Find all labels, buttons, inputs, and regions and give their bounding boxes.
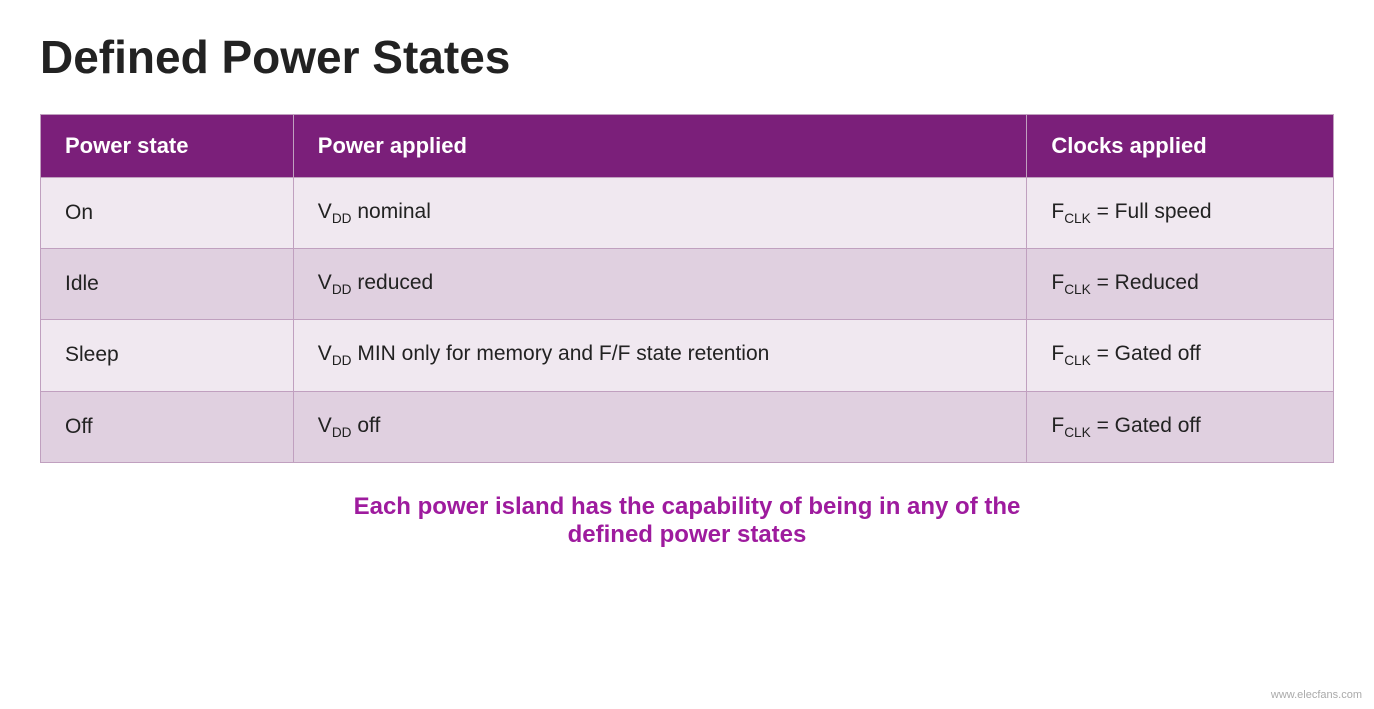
table-header-row: Power state Power applied Clocks applied	[41, 115, 1334, 178]
power-states-table: Power state Power applied Clocks applied…	[40, 114, 1334, 463]
cell-clocks-applied: FCLK = Reduced	[1027, 249, 1334, 320]
cell-power-state: On	[41, 178, 294, 249]
table-row: IdleVDD reducedFCLK = Reduced	[41, 249, 1334, 320]
cell-clocks-applied: FCLK = Full speed	[1027, 178, 1334, 249]
cell-clocks-applied: FCLK = Gated off	[1027, 320, 1334, 391]
header-power-state: Power state	[41, 115, 294, 178]
cell-power-applied: VDD off	[293, 391, 1027, 462]
cell-clocks-applied: FCLK = Gated off	[1027, 391, 1334, 462]
table-row: OffVDD offFCLK = Gated off	[41, 391, 1334, 462]
cell-power-applied: VDD MIN only for memory and F/F state re…	[293, 320, 1027, 391]
table-row: OnVDD nominalFCLK = Full speed	[41, 178, 1334, 249]
cell-power-state: Off	[41, 391, 294, 462]
footer-text: Each power island has the capability of …	[40, 493, 1334, 549]
table-row: SleepVDD MIN only for memory and F/F sta…	[41, 320, 1334, 391]
watermark: www.elecfans.com	[1271, 689, 1362, 701]
page-title: Defined Power States	[40, 30, 1334, 84]
header-clocks-applied: Clocks applied	[1027, 115, 1334, 178]
cell-power-applied: VDD nominal	[293, 178, 1027, 249]
header-power-applied: Power applied	[293, 115, 1027, 178]
cell-power-state: Sleep	[41, 320, 294, 391]
cell-power-state: Idle	[41, 249, 294, 320]
cell-power-applied: VDD reduced	[293, 249, 1027, 320]
